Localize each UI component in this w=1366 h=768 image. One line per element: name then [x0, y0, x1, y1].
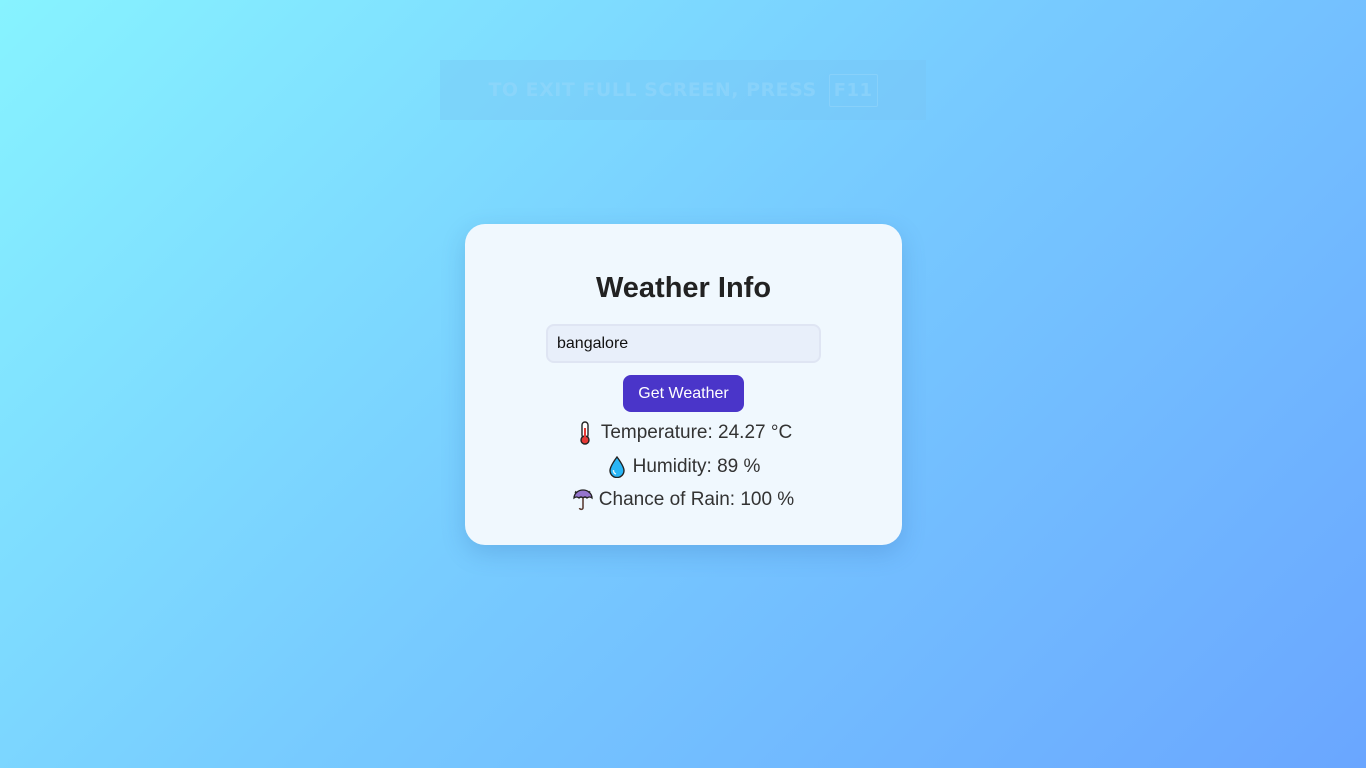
weather-card: Weather Info Get Weather Temperature: 24…: [465, 224, 902, 545]
temperature-text: Temperature: 24.27 °C: [600, 422, 793, 443]
humidity-row: Humidity: 89 %: [465, 455, 902, 479]
page-title: Weather Info: [595, 272, 772, 304]
fullscreen-exit-banner: TO EXIT FULL SCREEN, PRESS F11: [440, 60, 926, 120]
fullscreen-key-hint: F11: [828, 73, 878, 107]
get-weather-button[interactable]: Get Weather: [623, 375, 744, 412]
temperature-row: Temperature: 24.27 °C: [465, 421, 902, 445]
humidity-text: Humidity: 89 %: [632, 456, 761, 477]
droplet-icon: [607, 455, 627, 479]
thermometer-icon: [575, 421, 595, 445]
city-input[interactable]: [546, 324, 821, 363]
rain-row: Chance of Rain: 100 %: [465, 488, 902, 512]
umbrella-rain-icon: [573, 488, 593, 512]
rain-text: Chance of Rain: 100 %: [598, 489, 795, 510]
fullscreen-banner-text: TO EXIT FULL SCREEN, PRESS: [488, 79, 817, 101]
